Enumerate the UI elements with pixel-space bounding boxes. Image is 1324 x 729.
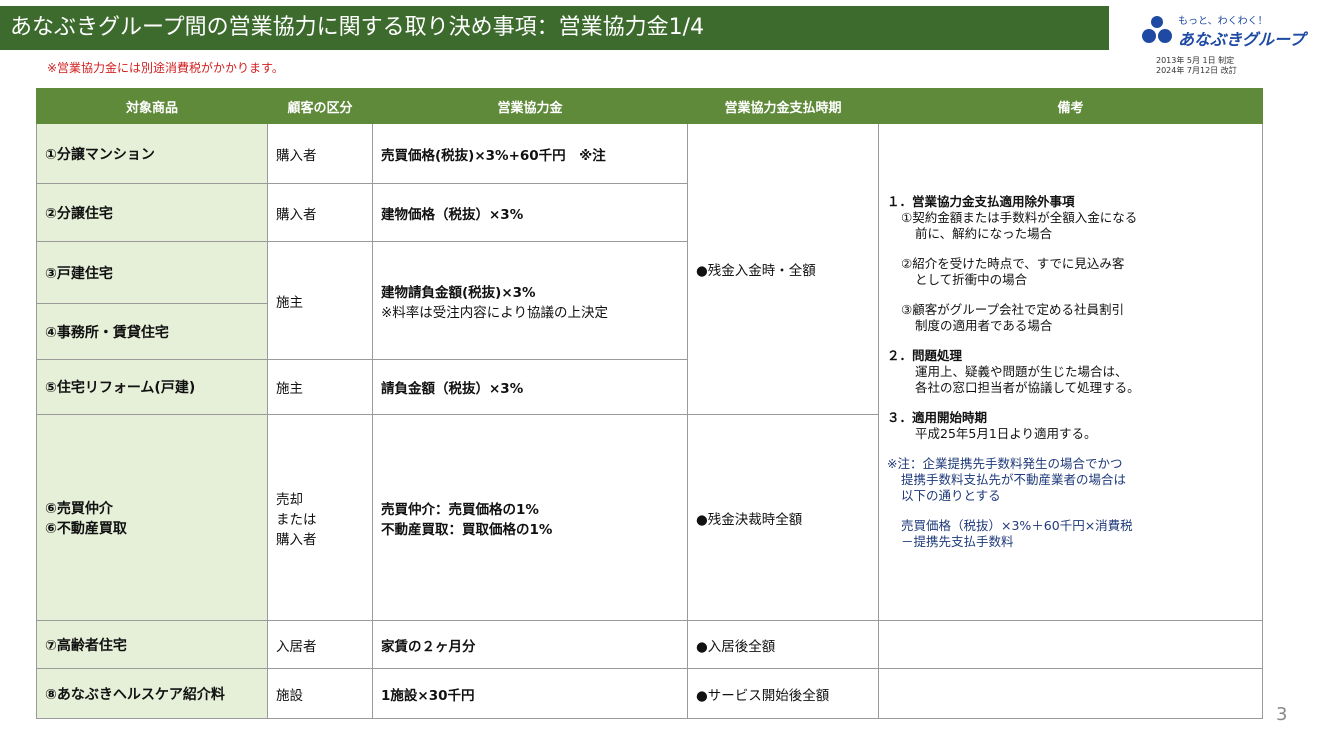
page-title: あなぶきグループ間の営業協力に関する取り決め事項：営業協力金1/4: [0, 6, 1109, 50]
fee-cell: 売買仲介：売買価格の1% 不動産買取：買取価格の1%: [372, 414, 688, 621]
remarks-line: 制度の適用者である場合: [915, 318, 1053, 333]
customer-cell: 施主: [267, 241, 373, 360]
timing-cell: ●入居後全額: [687, 620, 879, 669]
product-cell: ⑧あなぶきヘルスケア紹介料: [36, 668, 268, 719]
remarks-line: として折衝中の場合: [915, 272, 1028, 287]
header-product: 対象商品: [36, 88, 268, 124]
customer-cell: 施主: [267, 359, 373, 415]
header-fee: 営業協力金: [372, 88, 688, 124]
customer-line: 購入者: [276, 531, 317, 548]
remarks-formula: －提携先支払手数料: [901, 534, 1014, 549]
remarks-heading: ２．問題処理: [887, 348, 963, 363]
product-line: ⑥不動産買取: [45, 520, 127, 537]
customer-line: 売却: [276, 491, 303, 508]
remarks-heading: １．営業協力金支払適用除外事項: [887, 194, 1075, 209]
remarks-line: ①契約金額または手数料が全額入金になる: [901, 210, 1138, 225]
product-cell: ④事務所・賃貸住宅: [36, 303, 268, 360]
remarks-line: 運用上、疑義や問題が生じた場合は、: [915, 364, 1128, 379]
fee-line: 売買仲介：売買価格の1%: [381, 501, 539, 518]
logo-tagline: もっと、わくわく！: [1178, 16, 1268, 27]
product-cell: ①分譲マンション: [36, 123, 268, 184]
remarks-note: ※注：企業提携先手数料発生の場合でかつ: [887, 456, 1123, 471]
logo-mark-icon: [1142, 16, 1172, 43]
agreement-table: 対象商品 顧客の区分 営業協力金 営業協力金支払時期 備考 ①分譲マンション 購…: [36, 88, 1263, 719]
remarks-empty-cell: [878, 668, 1263, 719]
product-cell: ⑦高齢者住宅: [36, 620, 268, 669]
fee-cell: 建物価格（税抜）×3%: [372, 183, 688, 242]
customer-cell: 購入者: [267, 183, 373, 242]
tax-note: ※営業協力金には別途消費税がかかります。: [47, 61, 284, 75]
table-row: ①分譲マンション 購入者 売買価格(税抜)×3%+60千円 ※注 ●残金入金時・…: [36, 123, 1263, 621]
company-logo: もっと、わくわく！ あなぶきグループ: [1140, 12, 1305, 49]
timing-cell: ●残金決裁時全額: [687, 414, 879, 621]
fee-cell: 請負金額（税抜）×3%: [372, 359, 688, 415]
revised-date: 2024年 7月12日 改訂: [1156, 66, 1237, 75]
fee-note: ※料率は受注内容により協議の上決定: [381, 304, 609, 321]
fee-line: 不動産買取：買取価格の1%: [381, 521, 553, 538]
table-row: ⑦高齢者住宅 入居者 家賃の２ヶ月分 ●入居後全額: [36, 620, 1263, 669]
remarks-cell: １．営業協力金支払適用除外事項 ①契約金額または手数料が全額入金になる 前に、解…: [878, 123, 1263, 621]
product-line: ⑥売買仲介: [45, 500, 113, 517]
page-number: 3: [1276, 704, 1288, 725]
established-date: 2013年 5月 1日 制定: [1156, 56, 1235, 65]
table-row: ⑧あなぶきヘルスケア紹介料 施設 1施設×30千円 ●サービス開始後全額: [36, 668, 1263, 719]
customer-cell: 購入者: [267, 123, 373, 184]
remarks-heading: ３．適用開始時期: [887, 410, 988, 425]
customer-line: または: [276, 511, 317, 528]
remarks-line: ②紹介を受けた時点で、すでに見込み客: [901, 256, 1125, 271]
header-customer: 顧客の区分: [267, 88, 373, 124]
remarks-note: 提携手数料支払先が不動産業者の場合は: [901, 472, 1127, 487]
fee-cell: 1施設×30千円: [372, 668, 688, 719]
timing-cell: ●残金入金時・全額: [687, 123, 879, 415]
product-cell: ②分譲住宅: [36, 183, 268, 242]
customer-cell: 売却 または 購入者: [267, 414, 373, 621]
header-remarks: 備考: [878, 88, 1263, 124]
remarks-line: 平成25年5月1日より適用する。: [915, 426, 1097, 441]
fee-cell: 建物請負金額(税抜)×3% ※料率は受注内容により協議の上決定: [372, 241, 688, 360]
timing-cell: ●サービス開始後全額: [687, 668, 879, 719]
product-cell: ⑥売買仲介 ⑥不動産買取: [36, 414, 268, 621]
product-cell: ⑤住宅リフォーム(戸建): [36, 359, 268, 415]
remarks-note: 以下の通りとする: [901, 488, 1001, 503]
fee-main: 建物請負金額(税抜)×3%: [381, 284, 536, 301]
document-dates: 2013年 5月 1日 制定 2024年 7月12日 改訂: [1156, 56, 1237, 76]
customer-cell: 施設: [267, 668, 373, 719]
fee-cell: 売買価格(税抜)×3%+60千円 ※注: [372, 123, 688, 184]
fee-cell: 家賃の２ヶ月分: [372, 620, 688, 669]
header-timing: 営業協力金支払時期: [687, 88, 879, 124]
remarks-line: 前に、解約になった場合: [915, 226, 1053, 241]
remarks-formula: 売買価格（税抜）×3%＋60千円×消費税: [901, 518, 1133, 533]
customer-cell: 入居者: [267, 620, 373, 669]
product-cell: ③戸建住宅: [36, 241, 268, 304]
remarks-line: 各社の窓口担当者が協議して処理する。: [915, 380, 1140, 395]
remarks-empty-cell: [878, 620, 1263, 669]
remarks-line: ③顧客がグループ会社で定める社員割引: [901, 302, 1124, 317]
logo-name: あなぶきグループ: [1178, 30, 1306, 49]
